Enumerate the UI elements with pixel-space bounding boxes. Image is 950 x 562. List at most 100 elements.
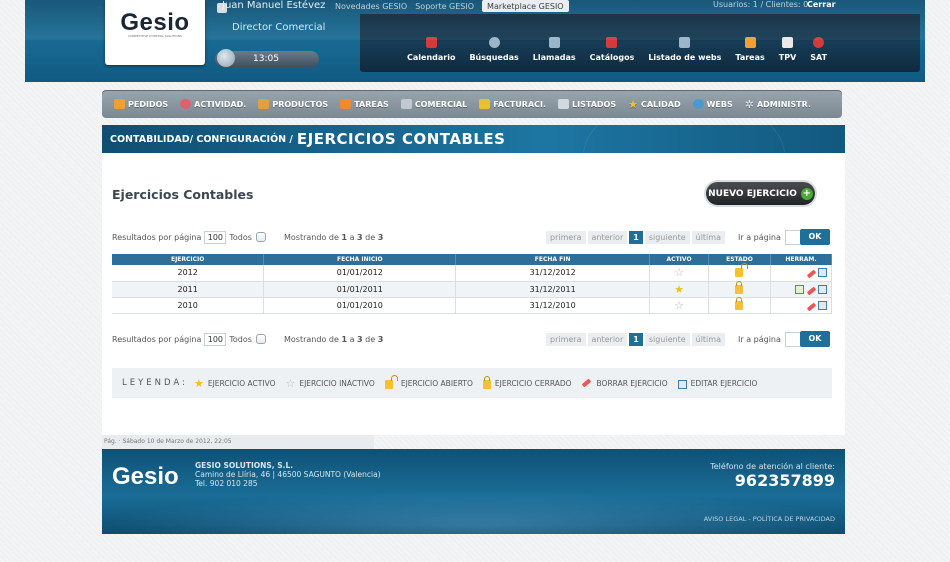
breadcrumb: CONTABILIDAD/ CONFIGURACIÓN / EJERCICIOS… — [102, 125, 845, 153]
lock-closed-icon[interactable] — [735, 296, 744, 310]
logo[interactable]: Gesio COMPETITIVE CONTROL SOLUTIONS — [105, 0, 205, 65]
menu-calidad[interactable]: ★ CALIDAD — [622, 90, 686, 118]
tpv-icon — [782, 37, 794, 48]
users-info: Usuarios: 1 / Clientes: 0 — [713, 0, 809, 9]
edit-icon[interactable] — [818, 284, 827, 294]
quick-nav-calendario[interactable]: Calendario — [400, 14, 462, 72]
per-page-input[interactable]: 100 — [204, 230, 227, 244]
cell-estado — [708, 280, 771, 298]
menu-listados[interactable]: LISTADOS — [552, 90, 622, 118]
tasks-icon — [340, 99, 352, 109]
goto-label: Ir a página — [738, 232, 781, 242]
col-fecha-fin[interactable]: FECHA FIN — [455, 254, 651, 265]
legend: LEYENDA: ★ EJERCICIO ACTIVO ☆ EJERCICIO IN… — [112, 368, 832, 398]
user-name[interactable]: Juan Manuel Estévez — [222, 0, 325, 11]
all-checkbox[interactable] — [255, 232, 266, 242]
quick-nav-catalogos[interactable]: Catálogos — [583, 14, 642, 72]
menu-pedidos[interactable]: PEDIDOS — [108, 90, 174, 118]
quick-nav-sat[interactable]: SAT — [803, 14, 834, 72]
cell-estado — [708, 296, 771, 314]
pager-first[interactable]: primera — [546, 230, 586, 244]
col-ejercicio[interactable]: EJERCICIO — [112, 254, 265, 265]
cell-herramientas — [770, 281, 833, 298]
lock-closed-icon[interactable] — [735, 280, 744, 294]
quick-nav-listado-webs[interactable]: Listado de webs — [641, 14, 728, 72]
goto-page: Ir a página — [738, 331, 807, 347]
showing-total: 3 — [377, 232, 384, 242]
top-link-label: Soporte GESIO — [415, 1, 475, 11]
eraser-icon[interactable] — [806, 302, 817, 311]
showing-prefix: Mostrando de — [284, 232, 339, 242]
col-activo[interactable]: ACTIVO — [649, 254, 710, 265]
page-title: EJERCICIOS CONTABLES — [296, 130, 506, 148]
star-inactive-icon[interactable]: ☆ — [674, 299, 684, 312]
document-icon[interactable] — [795, 284, 804, 294]
pager-next[interactable]: siguiente — [644, 230, 690, 244]
pager-current[interactable]: 1 — [629, 230, 643, 244]
pdf-icon — [606, 37, 618, 48]
eraser-icon[interactable] — [806, 286, 817, 295]
col-estado[interactable]: ESTADO — [708, 254, 771, 265]
company-name: GESIO SOLUTIONS, S.L. — [195, 461, 294, 470]
cell-herramientas — [770, 297, 833, 314]
cell-herramientas — [770, 265, 833, 282]
cell-fin: 31/12/2011 — [455, 281, 651, 298]
goto-ok-button[interactable]: OK — [800, 229, 830, 245]
menu-actividad[interactable]: ACTIVIDAD. — [174, 90, 252, 118]
quick-nav-busquedas[interactable]: Búsquedas — [462, 14, 525, 72]
lists-icon — [558, 99, 570, 109]
pager-prev[interactable]: anterior — [587, 332, 628, 346]
pager-current[interactable]: 1 — [629, 332, 643, 346]
footer-links[interactable]: AVISO LEGAL - POLÍTICA DE PRIVACIDAD — [704, 515, 835, 523]
logo-text: Gesio — [120, 9, 190, 36]
showing-of: de — [365, 334, 376, 344]
quick-nav-llamadas[interactable]: Llamadas — [526, 14, 583, 72]
star-active-icon[interactable]: ★ — [674, 283, 684, 296]
phone-icon — [548, 37, 560, 48]
top-link-marketplace[interactable]: Marketplace GESIO — [482, 0, 569, 12]
goto-ok-button[interactable]: OK — [800, 331, 830, 347]
status-line: Pág. · Sábado 10 de Marzo de 2012, 22:05 — [102, 435, 374, 449]
quick-nav-tareas[interactable]: Tareas — [728, 14, 771, 72]
showing-info: Mostrando de 1 a 3 de 3 — [284, 335, 383, 344]
edit-icon[interactable] — [818, 300, 827, 310]
menu-facturacion[interactable]: FACTURACI. — [473, 90, 552, 118]
menu-webs[interactable]: WEBS — [687, 90, 739, 118]
clock-icon — [217, 49, 235, 67]
pager-first[interactable]: primera — [546, 332, 586, 346]
pager-last[interactable]: última — [691, 332, 725, 346]
menu-productos[interactable]: PRODUCTOS — [252, 90, 334, 118]
header: Gesio COMPETITIVE CONTROL SOLUTIONS Juan… — [25, 0, 925, 82]
section-title: Ejercicios Contables — [112, 187, 254, 202]
top-link-novedades[interactable]: Novedades GESIO — [335, 0, 407, 12]
menu-label: PEDIDOS — [128, 99, 169, 109]
eraser-icon[interactable] — [806, 269, 817, 279]
menu-administracion[interactable]: ✲ ADMINISTR. — [739, 90, 817, 118]
pager-last[interactable]: última — [691, 230, 725, 244]
pager-next[interactable]: siguiente — [644, 332, 690, 346]
footer-logo: Gesio — [112, 463, 179, 490]
pager-prev[interactable]: anterior — [587, 230, 628, 244]
menu-tareas[interactable]: TAREAS — [334, 90, 395, 118]
col-fecha-inicio[interactable]: FECHA INICIO — [263, 254, 457, 265]
col-herramientas: HERRAM. — [770, 254, 833, 265]
user-role: Director Comercial — [232, 22, 326, 33]
clock-widget: 13:05 — [215, 49, 319, 67]
lock-open-icon[interactable] — [735, 263, 749, 278]
edit-icon[interactable] — [818, 268, 827, 278]
top-link-label: Novedades GESIO — [335, 1, 408, 11]
sat-icon — [813, 37, 825, 48]
ejercicios-table: EJERCICIO FECHA INICIO FECHA FIN ACTIVO … — [112, 254, 833, 314]
top-link-soporte[interactable]: Soporte GESIO — [415, 0, 474, 12]
cell-activo: ☆ — [649, 297, 710, 314]
new-ejercicio-button[interactable]: NUEVO EJERCICIO + — [706, 182, 815, 205]
menu-label: PRODUCTOS — [272, 99, 329, 109]
star-inactive-icon[interactable]: ☆ — [674, 266, 684, 279]
goto-page: Ir a página — [738, 229, 807, 245]
logout-link[interactable]: Cerrar — [807, 0, 836, 9]
quick-nav-tpv[interactable]: TPV — [772, 14, 804, 72]
per-page-input[interactable]: 100 — [204, 332, 227, 346]
all-checkbox[interactable] — [255, 334, 266, 344]
breadcrumb-path[interactable]: CONTABILIDAD/ CONFIGURACIÓN / — [110, 134, 293, 145]
menu-comercial[interactable]: COMERCIAL — [395, 90, 473, 118]
